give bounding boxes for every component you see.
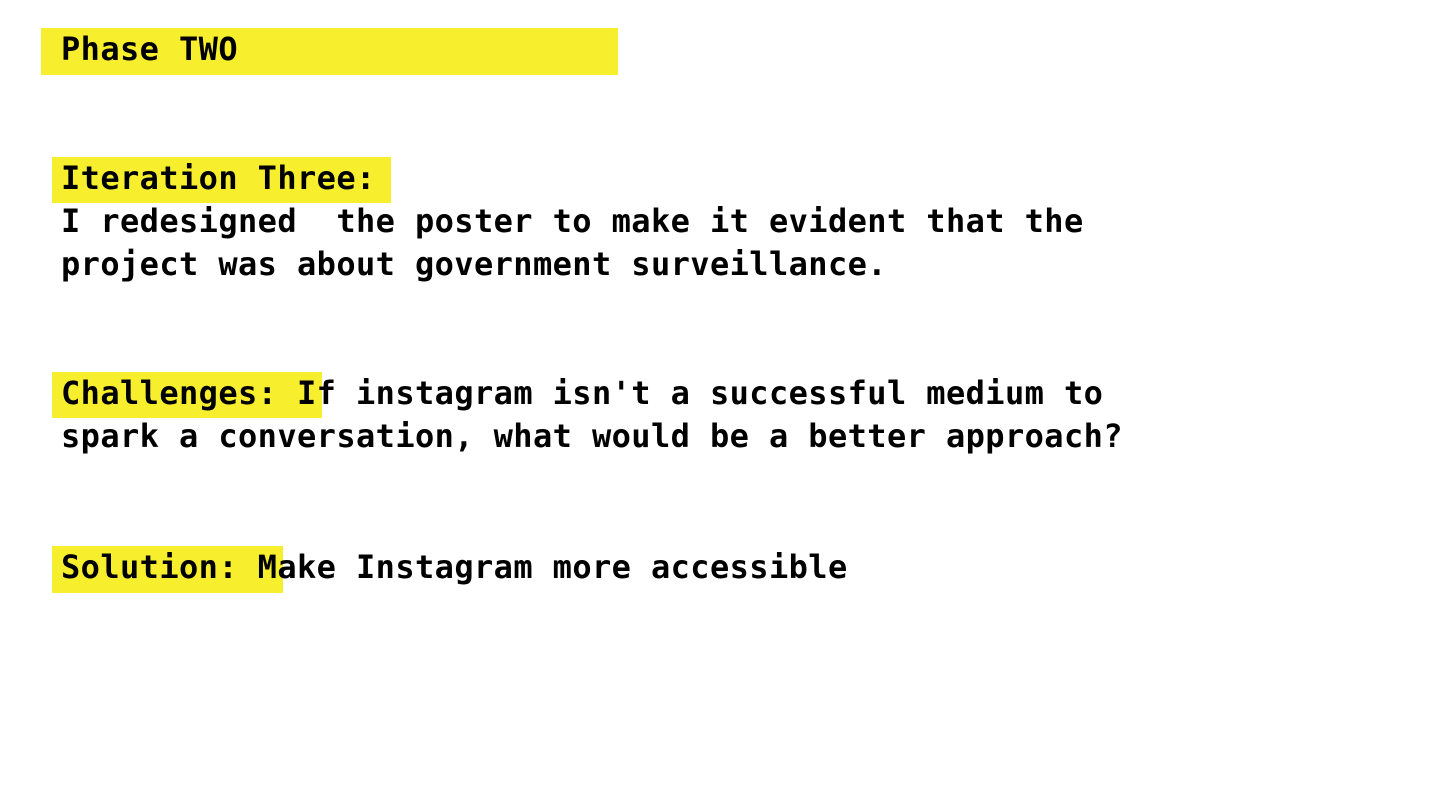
solution-label: Solution: — [61, 548, 238, 586]
iteration-body-line-1: I redesigned the poster to make it evide… — [61, 202, 1084, 240]
iteration-body-line-2: project was about government surveillanc… — [61, 245, 887, 283]
challenges-line-2: spark a conversation, what would be a be… — [61, 417, 1123, 455]
solution-line: Solution: Make Instagram more accessible — [61, 546, 848, 589]
challenges-line-1: Challenges: If instagram isn't a success… — [61, 372, 1103, 415]
iteration-heading: Iteration Three: — [61, 159, 376, 197]
challenges-label: Challenges: — [61, 374, 278, 412]
phase-title: Phase TWO — [61, 30, 238, 68]
challenges-text-1: If instagram isn't a successful medium t… — [277, 374, 1104, 412]
solution-text: Make Instagram more accessible — [238, 548, 848, 586]
